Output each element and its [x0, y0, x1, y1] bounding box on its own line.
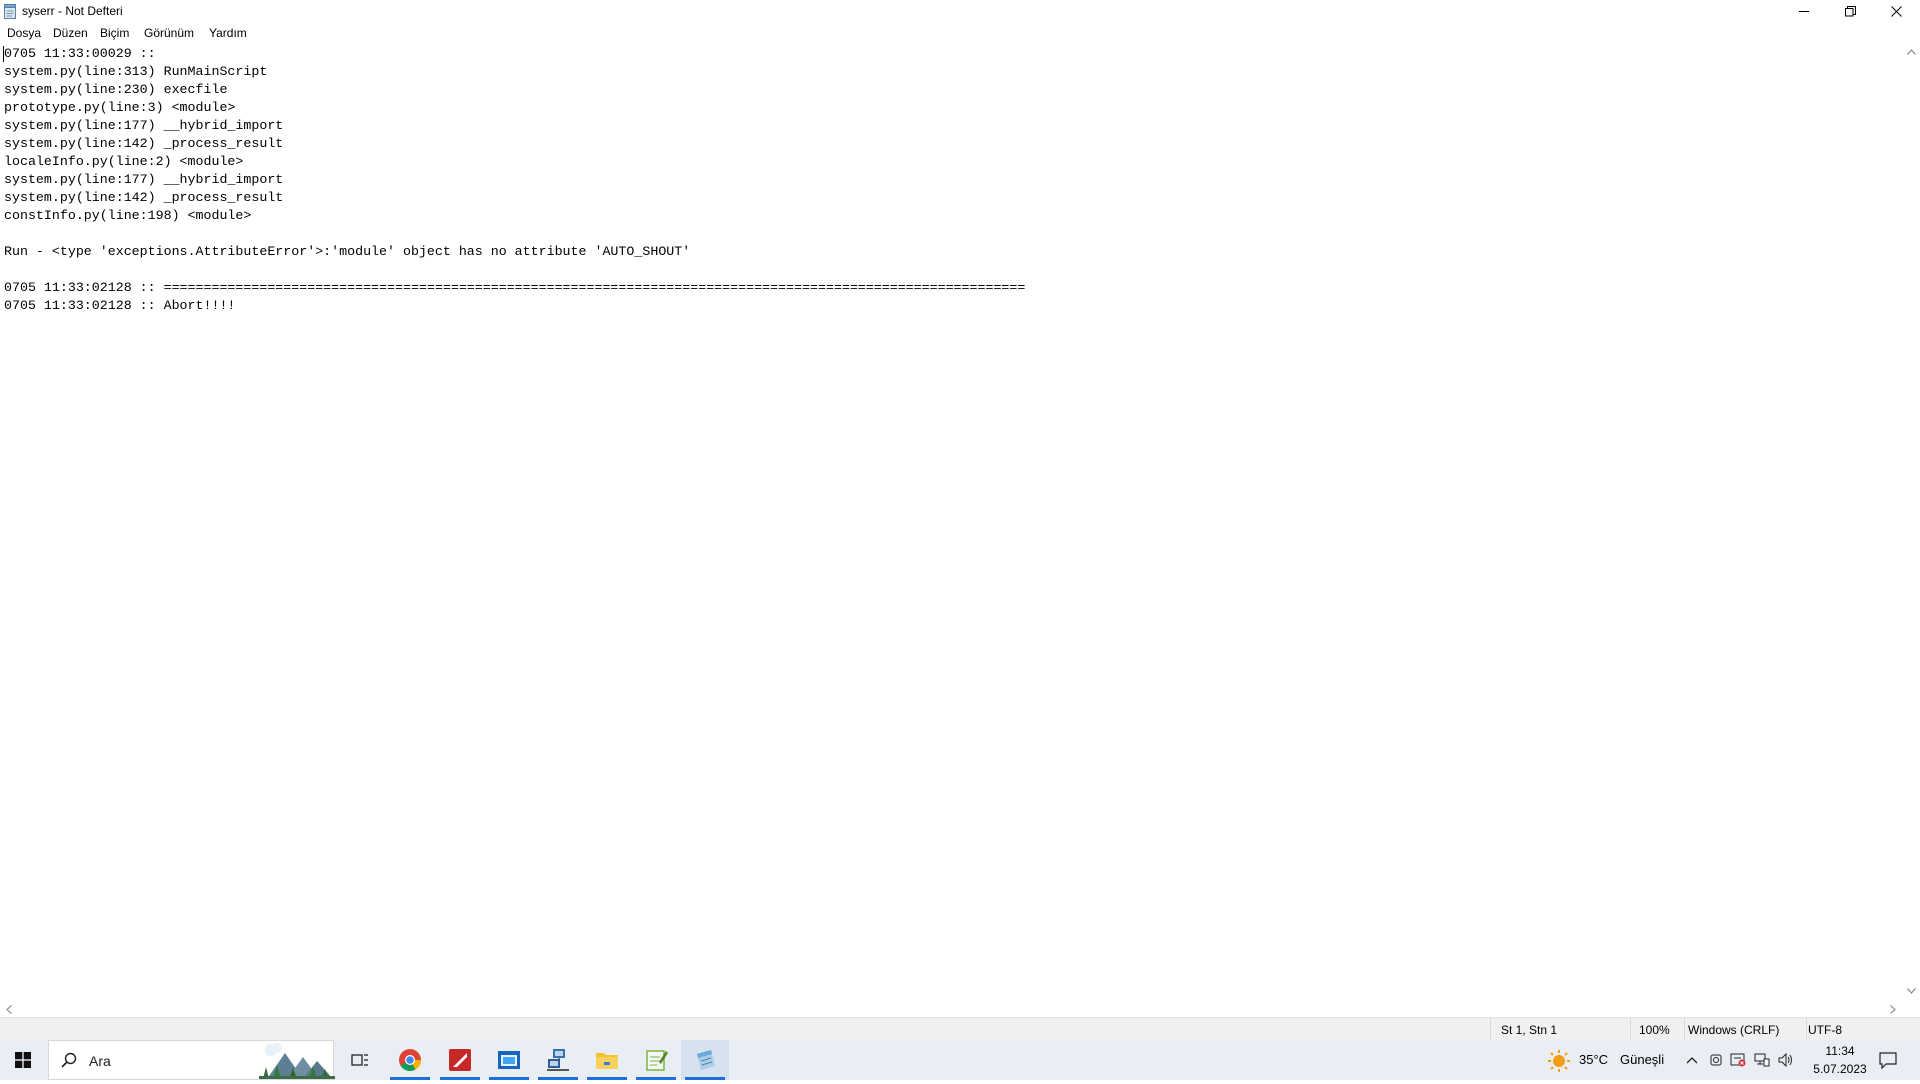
folder-icon	[596, 1053, 618, 1069]
scroll-up-icon[interactable]	[1906, 47, 1916, 57]
taskbar-task-view[interactable]	[336, 1040, 384, 1080]
weather-sun-icon[interactable]	[1548, 1050, 1570, 1072]
minimize-button[interactable]	[1781, 0, 1827, 23]
clock-date[interactable]: 5.07.2023	[1808, 1062, 1872, 1076]
close-button[interactable]	[1873, 0, 1919, 23]
notepad-plus-icon	[646, 1050, 668, 1071]
scroll-right-icon[interactable]	[1888, 1004, 1898, 1014]
menu-file[interactable]: Dosya	[7, 26, 41, 40]
title-bar: syserr - Not Defteri	[0, 0, 1920, 23]
vertical-scrollbar[interactable]	[1902, 43, 1920, 1000]
clock-time[interactable]: 11:34	[1820, 1044, 1860, 1058]
volume-icon[interactable]	[1777, 1051, 1795, 1069]
tray-app-icon[interactable]	[1707, 1051, 1725, 1069]
status-position: St 1, Stn 1	[1501, 1023, 1558, 1037]
menu-help[interactable]: Yardım	[209, 26, 247, 40]
status-zoom-segment: 100%	[1630, 1018, 1684, 1040]
taskbar-blue-window-app[interactable]	[485, 1040, 533, 1080]
chrome-icon	[399, 1049, 421, 1071]
restore-icon	[1844, 6, 1856, 17]
weather-temperature[interactable]: 35°C	[1579, 1052, 1608, 1067]
editor-content[interactable]: 0705 11:33:00029 :: system.py(line:313) …	[4, 45, 1025, 315]
blue-window-icon	[498, 1051, 520, 1069]
restore-button[interactable]	[1827, 0, 1873, 23]
network-status-icon[interactable]	[1753, 1051, 1771, 1069]
scroll-down-icon[interactable]	[1906, 986, 1916, 996]
notification-center-icon[interactable]	[1878, 1050, 1898, 1070]
search-label: Ara	[89, 1053, 111, 1069]
network-icon	[547, 1049, 569, 1071]
horizontal-scrollbar[interactable]	[0, 1000, 1902, 1017]
minimize-icon	[1798, 11, 1809, 12]
search-highlight-illustration-icon	[259, 1041, 335, 1079]
search-icon	[61, 1052, 77, 1073]
close-icon	[1890, 6, 1902, 17]
scroll-left-icon[interactable]	[4, 1004, 14, 1014]
menu-bar: Dosya Düzen Biçim Görünüm Yardım	[0, 23, 1920, 43]
status-bar: St 1, Stn 1 100% Windows (CRLF) UTF-8	[0, 1017, 1920, 1040]
status-line-ending-segment: Windows (CRLF)	[1684, 1018, 1806, 1040]
menu-format[interactable]: Biçim	[100, 26, 129, 40]
status-encoding-segment: UTF-8	[1806, 1018, 1920, 1040]
task-view-icon	[351, 1054, 368, 1066]
status-zoom: 100%	[1639, 1023, 1670, 1037]
chevron-up-icon[interactable]	[1683, 1051, 1701, 1069]
taskbar-chrome[interactable]	[386, 1040, 434, 1080]
windows-logo-icon	[15, 1052, 31, 1068]
status-position-segment: St 1, Stn 1	[1490, 1018, 1630, 1040]
status-line-ending: Windows (CRLF)	[1688, 1023, 1780, 1037]
scrollbar-corner	[1902, 1000, 1920, 1017]
notepad-icon	[697, 1050, 715, 1070]
menu-view[interactable]: Görünüm	[144, 26, 194, 40]
status-encoding: UTF-8	[1808, 1023, 1842, 1037]
weather-condition[interactable]: Güneşli	[1620, 1052, 1664, 1067]
window-title: syserr - Not Defteri	[22, 4, 123, 18]
text-editor[interactable]: 0705 11:33:00029 :: system.py(line:313) …	[0, 43, 1902, 1000]
taskbar-search-box[interactable]: Ara	[48, 1040, 335, 1080]
start-button[interactable]	[0, 1040, 46, 1080]
taskbar: Ara 35°C Güneşli 11:34 5.07.2023	[0, 1040, 1920, 1080]
taskbar-notepad-plus[interactable]	[632, 1040, 680, 1080]
taskbar-red-app[interactable]	[436, 1040, 484, 1080]
taskbar-notepad[interactable]	[681, 1040, 729, 1080]
red-app-icon	[449, 1049, 471, 1071]
security-alert-icon[interactable]	[1729, 1051, 1747, 1069]
notepad-icon	[4, 4, 17, 19]
taskbar-network-app[interactable]	[534, 1040, 582, 1080]
menu-edit[interactable]: Düzen	[53, 26, 88, 40]
taskbar-file-explorer[interactable]	[583, 1040, 631, 1080]
